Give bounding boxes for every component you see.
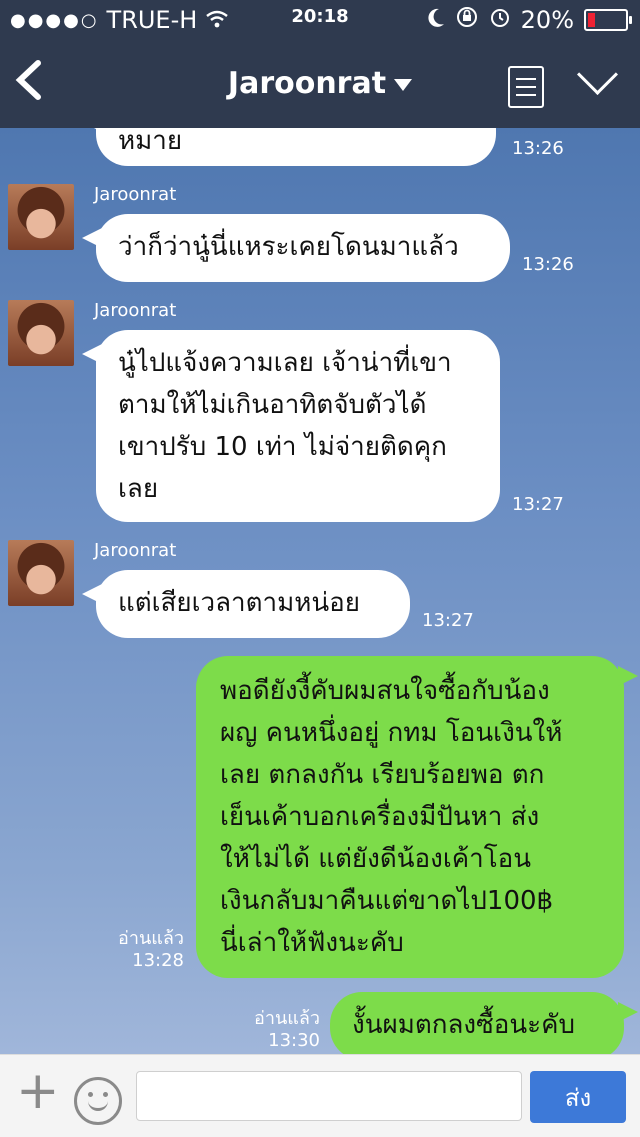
read-receipt: อ่านแล้ว 13:28 xyxy=(118,928,184,971)
message-input[interactable] xyxy=(136,1071,522,1121)
message-time: 13:26 xyxy=(522,254,574,275)
avatar[interactable] xyxy=(8,300,74,366)
notes-icon[interactable] xyxy=(508,66,544,108)
sender-name: Jaroonrat xyxy=(94,300,177,321)
message-bubble-outgoing: งั้นผมตกลงซื้อนะคับ xyxy=(330,992,638,1054)
emoji-icon[interactable] xyxy=(74,1077,122,1125)
battery-icon xyxy=(584,9,632,31)
status-bar: ●●●●○ TRUE-H 20:18 20% xyxy=(0,0,640,40)
sender-name: Jaroonrat xyxy=(94,184,177,205)
message-time: 13:27 xyxy=(422,610,474,631)
message-bubble: แต่เสียเวลาตามหน่อย xyxy=(82,570,410,638)
battery-percent: 20% xyxy=(520,6,574,34)
message-input-bar: + ส่ง xyxy=(0,1054,640,1137)
send-button[interactable]: ส่ง xyxy=(530,1071,626,1123)
message-bubble: นู๋ไปแจ้งความเลย เจ้าน่าที่เขา ตามให้ไม่… xyxy=(82,330,500,522)
plus-icon[interactable]: + xyxy=(16,1065,60,1117)
message-bubble: หมาย xyxy=(82,128,496,166)
chat-title[interactable]: Jaroonrat xyxy=(0,66,640,101)
chat-area[interactable]: หมาย 13:26 Jaroonrat ว่าก็ว่านู๋นี่แหระเ… xyxy=(0,128,640,1054)
avatar[interactable] xyxy=(8,540,74,606)
moon-icon xyxy=(427,6,445,34)
avatar[interactable] xyxy=(8,184,74,250)
rotation-lock-icon xyxy=(455,6,479,34)
message-time: 13:26 xyxy=(512,138,564,159)
dropdown-caret-icon xyxy=(394,78,413,91)
chat-header: Jaroonrat xyxy=(0,40,640,128)
read-receipt: อ่านแล้ว 13:30 xyxy=(254,1008,320,1051)
message-bubble-outgoing: พอดียังงี้คับผมสนใจซื้อกับน้อง ผญ คนหนึ่… xyxy=(196,656,638,978)
sender-name: Jaroonrat xyxy=(94,540,177,561)
message-bubble: ว่าก็ว่านู๋นี่แหระเคยโดนมาแล้ว xyxy=(82,214,510,282)
alarm-icon xyxy=(489,6,511,34)
message-time: 13:27 xyxy=(512,494,564,515)
